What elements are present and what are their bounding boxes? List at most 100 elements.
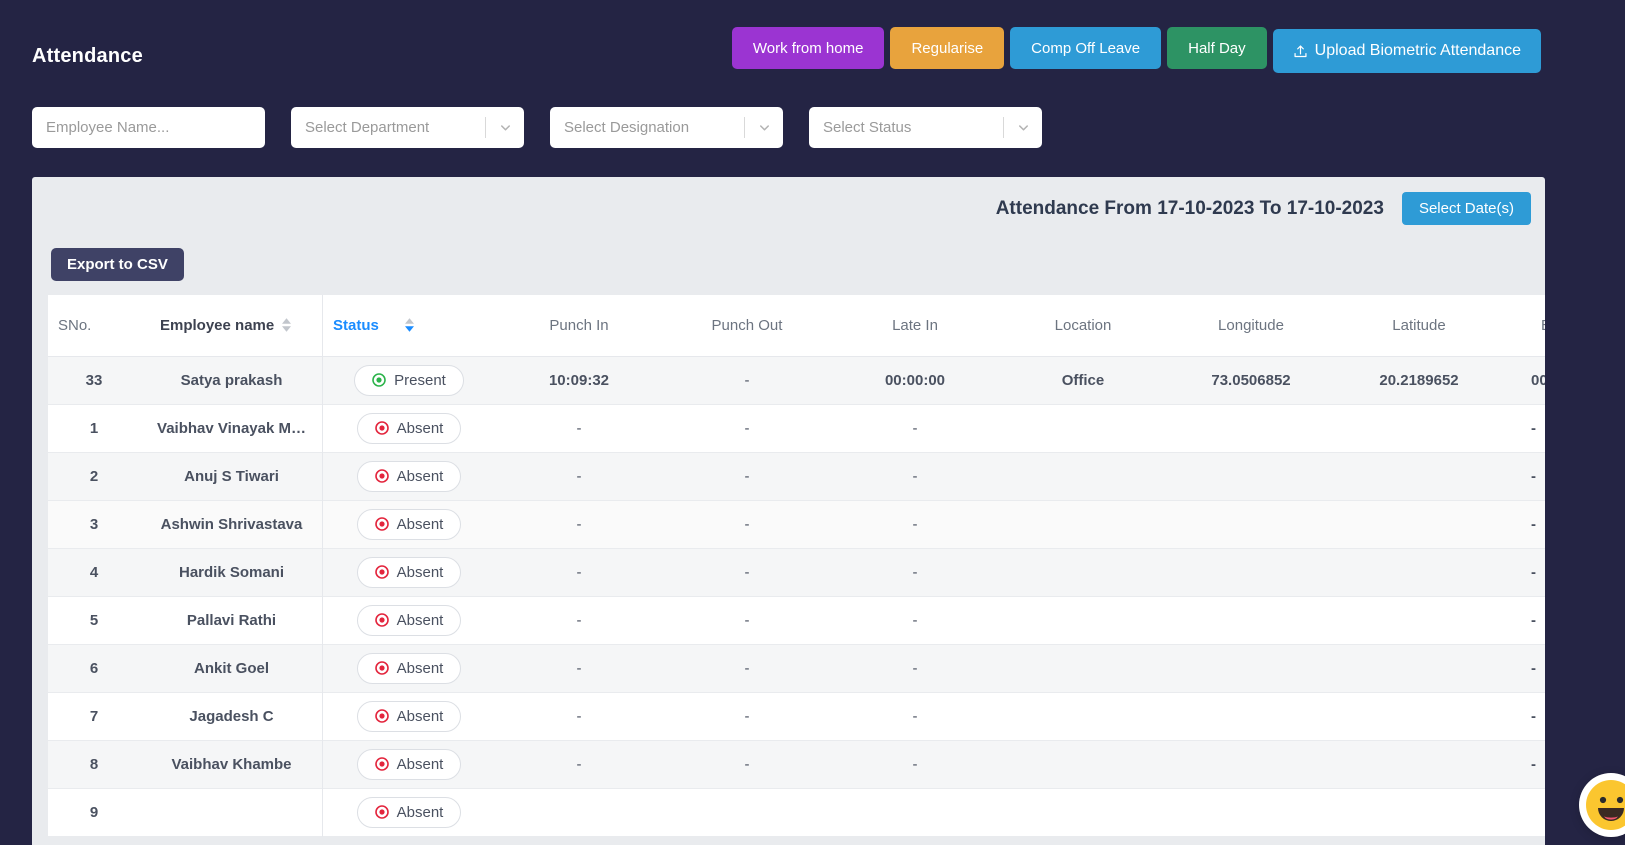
table-row[interactable]: 7Jagadesh CAbsent----: [48, 692, 1545, 740]
regularise-button[interactable]: Regularise: [890, 27, 1004, 69]
cell-late-in: -: [831, 500, 999, 548]
department-select-label: Select Department: [291, 119, 485, 136]
cell-longitude: [1167, 596, 1335, 644]
cell-sno: 3: [48, 500, 140, 548]
column-header-punch-out-label: Punch Out: [712, 317, 783, 334]
cell-employee-name: Vaibhav Khambe: [140, 740, 323, 788]
column-header-longitude[interactable]: Longitude: [1167, 295, 1335, 356]
present-dot-icon: [372, 373, 386, 387]
sort-arrows-icon[interactable]: [405, 318, 414, 332]
cell-break: -: [1503, 452, 1545, 500]
attendance-table: SNo. Des Employee name: [48, 295, 1545, 837]
table-row[interactable]: 9Absent: [48, 788, 1545, 836]
cell-sno: 1: [48, 404, 140, 452]
chevron-down-icon[interactable]: [486, 120, 524, 135]
status-badge[interactable]: Absent: [357, 509, 462, 540]
status-badge[interactable]: Absent: [357, 605, 462, 636]
cell-latitude: [1335, 740, 1503, 788]
column-header-location[interactable]: Location: [999, 295, 1167, 356]
cell-location: [999, 788, 1167, 836]
page-header: Attendance Work from home Regularise Com…: [0, 0, 1625, 177]
status-select-label: Select Status: [809, 119, 1003, 136]
cell-punch-in: -: [495, 500, 663, 548]
table-row[interactable]: 1Vaibhav Vinayak M…Absent----: [48, 404, 1545, 452]
status-badge[interactable]: Absent: [357, 461, 462, 492]
column-header-latitude[interactable]: Latitude: [1335, 295, 1503, 356]
table-row[interactable]: 6Ankit GoelAbsent----: [48, 644, 1545, 692]
status-badge-label: Absent: [397, 420, 444, 437]
cell-sno: 4: [48, 548, 140, 596]
cell-location: [999, 500, 1167, 548]
cell-break: -: [1503, 644, 1545, 692]
cell-location: Office: [999, 356, 1167, 404]
table-row[interactable]: 8Vaibhav KhambeAbsent----: [48, 740, 1545, 788]
designation-select[interactable]: Select Designation: [550, 107, 783, 148]
cell-late-in: -: [831, 596, 999, 644]
cell-longitude: [1167, 788, 1335, 836]
cell-latitude: 20.2189652: [1335, 356, 1503, 404]
absent-dot-icon: [375, 661, 389, 675]
cell-punch-out: -: [663, 356, 831, 404]
cell-employee-name: Jagadesh C: [140, 692, 323, 740]
cell-punch-in: -: [495, 404, 663, 452]
status-badge[interactable]: Absent: [357, 557, 462, 588]
status-badge[interactable]: Absent: [357, 413, 462, 444]
upload-icon: [1293, 44, 1308, 59]
table-row[interactable]: 33Satya prakashPresent10:09:32-00:00:00O…: [48, 356, 1545, 404]
employee-name-input[interactable]: [32, 107, 265, 148]
comp-off-leave-button[interactable]: Comp Off Leave: [1010, 27, 1161, 69]
upload-biometric-attendance-button[interactable]: Upload Biometric Attendance: [1273, 29, 1541, 73]
cell-status: Absent: [323, 788, 495, 836]
cell-sno: 7: [48, 692, 140, 740]
status-select[interactable]: Select Status: [809, 107, 1042, 148]
chat-widget-button[interactable]: [1579, 773, 1625, 837]
status-badge[interactable]: Absent: [357, 653, 462, 684]
cell-punch-in: -: [495, 740, 663, 788]
table-row[interactable]: 4Hardik SomaniAbsent----: [48, 548, 1545, 596]
table-row[interactable]: 3Ashwin ShrivastavaAbsent----: [48, 500, 1545, 548]
cell-punch-out: -: [663, 404, 831, 452]
cell-longitude: 73.0506852: [1167, 356, 1335, 404]
cell-location: [999, 692, 1167, 740]
status-badge[interactable]: Absent: [357, 701, 462, 732]
employee-name-text: Hardik Somani: [179, 564, 284, 581]
date-range-row: Attendance From 17-10-2023 To 17-10-2023…: [996, 192, 1531, 225]
table-row[interactable]: 2Anuj S TiwariAbsent----: [48, 452, 1545, 500]
column-header-punch-in[interactable]: Punch In: [495, 295, 663, 356]
status-badge[interactable]: Absent: [357, 797, 462, 828]
work-from-home-button[interactable]: Work from home: [732, 27, 885, 69]
column-header-punch-out[interactable]: Punch Out: [663, 295, 831, 356]
column-header-employee-name-label: Employee name: [160, 317, 274, 334]
absent-dot-icon: [375, 517, 389, 531]
cell-longitude: [1167, 500, 1335, 548]
work-from-home-label: Work from home: [753, 41, 864, 56]
column-header-employee-name[interactable]: Des Employee name: [140, 295, 323, 356]
status-badge[interactable]: Present: [354, 365, 464, 396]
cell-location: [999, 452, 1167, 500]
export-to-csv-button[interactable]: Export to CSV: [51, 248, 184, 281]
employee-name-text: Ankit Goel: [194, 660, 269, 677]
column-header-status[interactable]: Status: [323, 295, 495, 356]
select-dates-button[interactable]: Select Date(s): [1402, 192, 1531, 225]
sort-arrows-icon[interactable]: [282, 318, 291, 332]
cell-break: 00:00: [1503, 356, 1545, 404]
employee-name-text: Vaibhav Khambe: [171, 756, 291, 773]
chevron-down-icon[interactable]: [745, 120, 783, 135]
department-select[interactable]: Select Department: [291, 107, 524, 148]
chevron-down-icon[interactable]: [1004, 120, 1042, 135]
status-badge-label: Absent: [397, 708, 444, 725]
table-row[interactable]: 5Pallavi RathiAbsent----: [48, 596, 1545, 644]
attendance-table-viewport[interactable]: SNo. Des Employee name: [48, 295, 1545, 845]
status-badge-label: Present: [394, 372, 446, 389]
half-day-button[interactable]: Half Day: [1167, 27, 1267, 69]
cell-punch-out: -: [663, 452, 831, 500]
cell-punch-out: -: [663, 692, 831, 740]
cell-latitude: [1335, 404, 1503, 452]
status-badge[interactable]: Absent: [357, 749, 462, 780]
column-header-sno[interactable]: SNo.: [48, 295, 140, 356]
cell-location: [999, 548, 1167, 596]
column-header-late-in[interactable]: Late In: [831, 295, 999, 356]
status-badge-label: Absent: [397, 564, 444, 581]
column-header-break[interactable]: Bre: [1503, 295, 1545, 356]
cell-latitude: [1335, 788, 1503, 836]
